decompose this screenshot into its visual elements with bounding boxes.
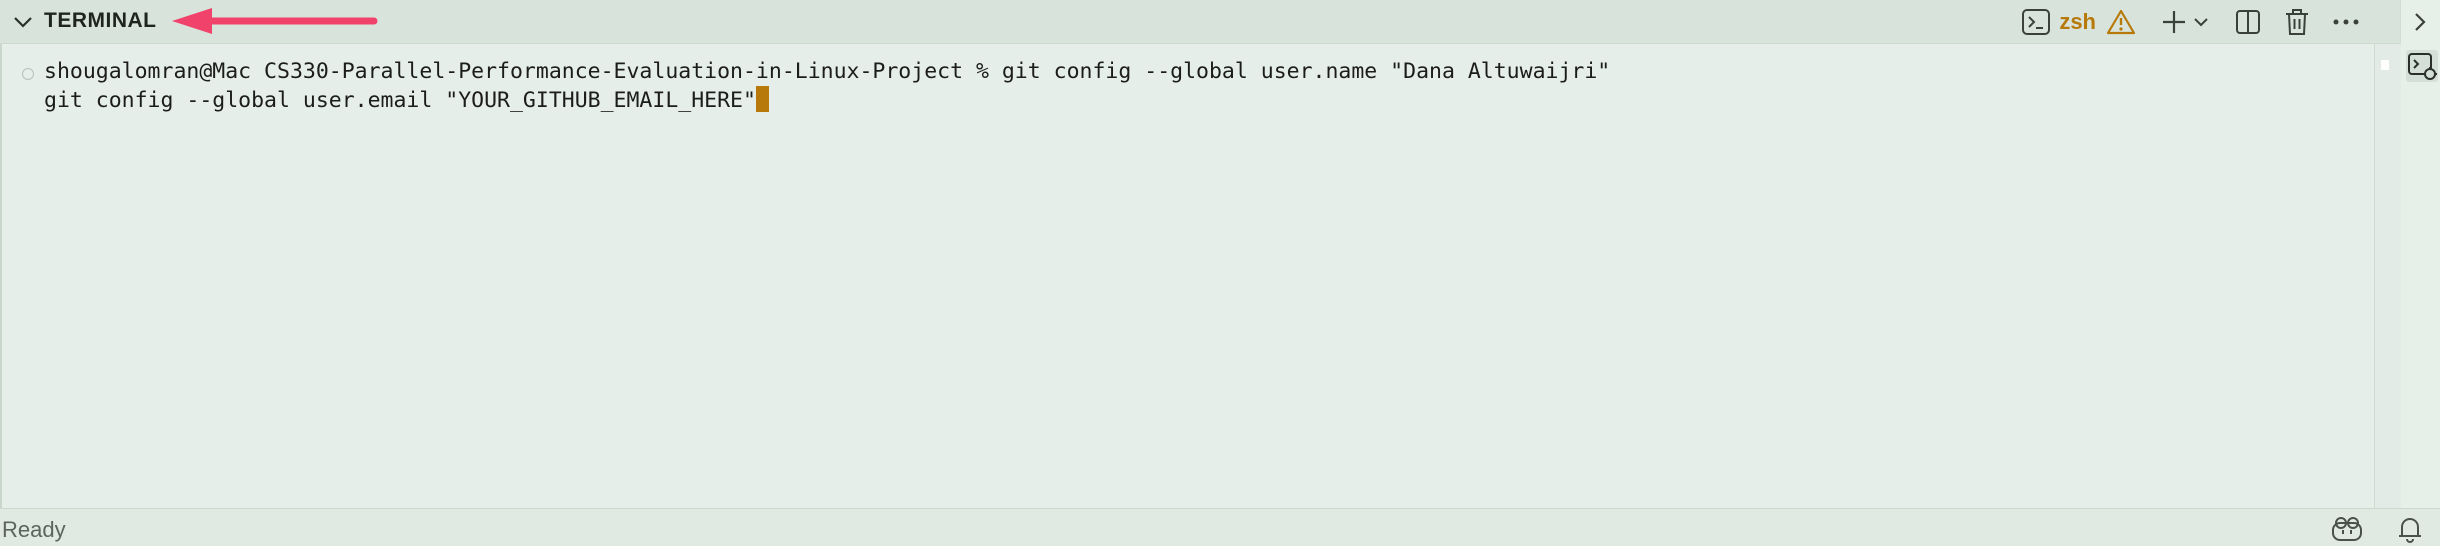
terminal-cursor <box>755 86 769 112</box>
terminal-panel-header: TERMINAL zsh <box>0 0 2400 44</box>
shell-selector[interactable]: zsh <box>2021 0 2136 43</box>
chevron-down-icon[interactable] <box>2192 15 2210 29</box>
status-text: Ready <box>2 517 66 542</box>
split-icon <box>2234 8 2262 36</box>
terminal-toolbar: zsh <box>2021 0 2360 43</box>
bell-icon[interactable] <box>2396 514 2424 544</box>
terminal-line: git config --global user.email "YOUR_GIT… <box>44 88 756 113</box>
panel-title[interactable]: TERMINAL <box>44 9 157 33</box>
scrollbar-thumb[interactable] <box>2381 60 2389 70</box>
kill-terminal-button[interactable] <box>2284 0 2310 43</box>
trash-icon <box>2284 8 2310 36</box>
new-terminal-button[interactable] <box>2160 0 2210 43</box>
terminal-output[interactable]: shougalomran@Mac CS330-Parallel-Performa… <box>0 44 2374 508</box>
terminal-debug-icon <box>2406 50 2438 82</box>
copilot-icon[interactable] <box>2330 515 2364 543</box>
terminal-line: shougalomran@Mac CS330-Parallel-Performa… <box>44 59 1611 84</box>
collapse-chevron-icon[interactable] <box>12 12 34 32</box>
terminal-window: TERMINAL zsh shougalomran@Mac CS330-Para… <box>0 0 2440 546</box>
annotation-arrow <box>170 6 378 36</box>
plus-icon <box>2160 8 2188 36</box>
command-decoration-icon[interactable] <box>22 68 34 80</box>
chevron-right-icon[interactable] <box>2412 11 2428 33</box>
side-activity-strip <box>2400 0 2440 508</box>
terminal-line-current: git config --global user.email "YOUR_GIT… <box>44 86 769 115</box>
status-bar: Ready <box>0 508 2440 546</box>
shell-label: zsh <box>2059 8 2096 34</box>
terminal-scrollbar[interactable] <box>2374 44 2401 508</box>
terminal-debug-tab[interactable] <box>2406 50 2438 82</box>
terminal-icon <box>2021 8 2051 36</box>
more-actions-button[interactable] <box>2332 0 2360 43</box>
warning-icon[interactable] <box>2106 8 2136 36</box>
more-icon <box>2332 18 2360 26</box>
split-terminal-button[interactable] <box>2234 0 2262 43</box>
